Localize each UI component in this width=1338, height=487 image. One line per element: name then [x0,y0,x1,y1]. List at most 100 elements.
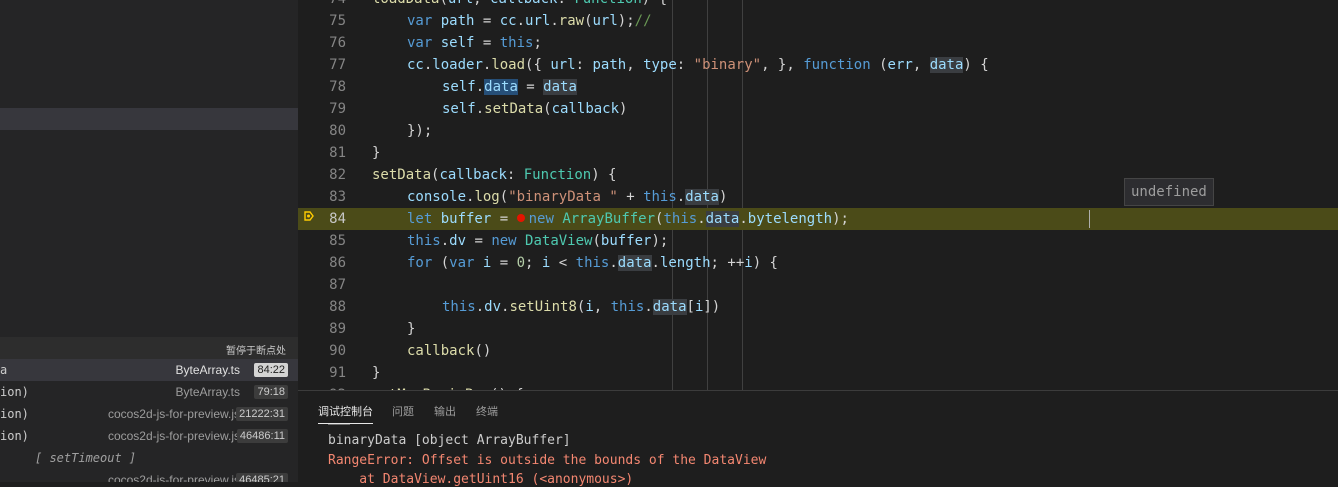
line-number[interactable]: 75 [298,10,346,32]
code-token: load [491,57,526,73]
code-token: . [697,211,706,227]
code-token: [ [686,299,695,315]
line-number[interactable]: 86 [298,252,346,274]
code-editor[interactable]: 74loadData(url, callback: Function) {75 v… [298,0,1338,390]
code-token: = [491,255,517,271]
bottom-panel: 调试控制台 问题 输出 终端 binaryData [object ArrayB… [298,390,1338,487]
sidebar-selected-row[interactable] [0,108,298,130]
line-number[interactable]: 78 [298,76,346,98]
code-token: cc [407,57,424,73]
line-number[interactable]: 77 [298,54,346,76]
code-line[interactable]: 78 self.data = data [298,76,1338,98]
code-line[interactable]: 85 this.dv = new DataView(buffer); [298,230,1338,252]
code-token: Function [523,167,592,183]
code-token: url [550,57,576,73]
code-token: ( [584,13,593,29]
code-token: data [484,79,518,95]
code-line[interactable]: 76 var self = this; [298,32,1338,54]
line-number[interactable]: 76 [298,32,346,54]
line-number[interactable]: 79 [298,98,346,120]
call-stack-frame[interactable]: ion) ByteArray.ts 79:18 [0,381,298,403]
line-number[interactable]: 88 [298,296,346,318]
code-token: ; [533,35,542,51]
code-token: bytelength [747,211,833,227]
code-line[interactable]: 88 this.dv.setUint8(i, this.data[i]) [298,296,1338,318]
line-number[interactable]: 74 [298,0,346,10]
code-token: ( [499,189,509,205]
code-token: = [474,13,500,29]
line-number[interactable]: 81 [298,142,346,164]
code-token: data [685,189,719,205]
call-stack-frame[interactable]: ion) cocos2d-js-for-preview.js 21222:31 [0,403,298,425]
code-token: i [744,255,753,271]
code-token: ); [832,211,849,227]
code-token: this [643,189,677,205]
code-token: , [593,299,611,315]
code-token: setData [484,101,544,117]
call-stack-frame[interactable]: cocos2d-js-for-preview.js 46485:21 [0,469,298,482]
code-token: var [407,35,441,51]
code-line[interactable]: 81} [298,142,1338,164]
code-token: ) { [963,57,989,73]
code-token: DataView [525,233,593,249]
line-number[interactable]: 82 [298,164,346,186]
code-token: . [609,255,618,271]
code-line[interactable]: 74 loadData(url, callback: Function) { [298,0,1338,10]
call-stack-frame[interactable]: ion) cocos2d-js-for-preview.js 46486:11 [0,425,298,447]
code-token: buffer [600,233,652,249]
code-token: ) [619,101,628,117]
code-line[interactable]: 86 for (var i = 0; i < this.data.length; … [298,252,1338,274]
code-token: : [557,0,574,7]
tab-terminal[interactable]: 终端 [476,403,498,423]
code-token: . [475,79,485,95]
code-line[interactable]: 80}); [298,120,1338,142]
call-stack-header[interactable]: 暂停于断点处 [0,337,298,359]
tab-debug-console[interactable]: 调试控制台 [318,403,373,424]
line-number[interactable]: 85 [298,230,346,252]
line-number[interactable]: 89 [298,318,346,340]
frame-function-name: ion) [0,407,29,421]
inline-breakpoint-icon[interactable] [516,214,525,222]
tab-output[interactable]: 输出 [434,403,456,423]
code-token: url [525,13,551,29]
code-token: }); [407,123,433,139]
code-line[interactable]: 91} [298,362,1338,384]
code-token: ArrayBuffer [562,211,656,227]
code-token: ) { [752,255,778,271]
hover-value-tooltip: undefined [1124,178,1214,206]
code-line[interactable]: 75 var path = cc.url.raw(url);// [298,10,1338,32]
code-token: callback [490,0,557,7]
code-token: raw [558,13,585,29]
console-line: binaryData [object ArrayBuffer] [328,433,571,448]
code-line[interactable]: 87 [298,274,1338,296]
call-stack-frame[interactable]: a ByteArray.ts 84:22 [0,359,298,381]
code-text: } [372,362,380,384]
code-token: this [407,233,441,249]
paused-breakpoint-icon[interactable] [304,211,314,221]
code-token: Function [574,0,641,7]
code-line[interactable]: 79 self.setData(callback) [298,98,1338,120]
code-text: for (var i = 0; i < this.data.length; ++… [407,252,778,274]
line-number[interactable]: 83 [298,186,346,208]
code-token: i [585,299,594,315]
code-token: = [491,211,517,227]
code-token: let [407,211,441,227]
tab-problems[interactable]: 问题 [392,403,414,423]
line-number[interactable]: 91 [298,362,346,384]
code-text: self.setData(callback) [442,98,627,120]
line-number[interactable]: 80 [298,120,346,142]
code-line[interactable]: 77 cc.loader.load({ url: path, type: "bin… [298,54,1338,76]
code-line[interactable]: 89} [298,318,1338,340]
code-line[interactable]: 84 let buffer = new ArrayBuffer(this.data… [298,208,1338,230]
code-token: new [491,233,526,249]
code-token: ( [543,101,552,117]
code-line[interactable]: 90 callback() [298,340,1338,362]
code-token: : [676,57,694,73]
line-number[interactable]: 90 [298,340,346,362]
code-token: data [617,255,652,271]
console-error-line: at DataView.getUint16 (<anonymous>) [328,472,634,487]
line-number[interactable]: 87 [298,274,346,296]
code-text: setData(callback: Function) { [372,164,616,186]
call-stack-frame[interactable]: [ setTimeout ] [0,447,298,469]
code-token: } [372,145,381,161]
